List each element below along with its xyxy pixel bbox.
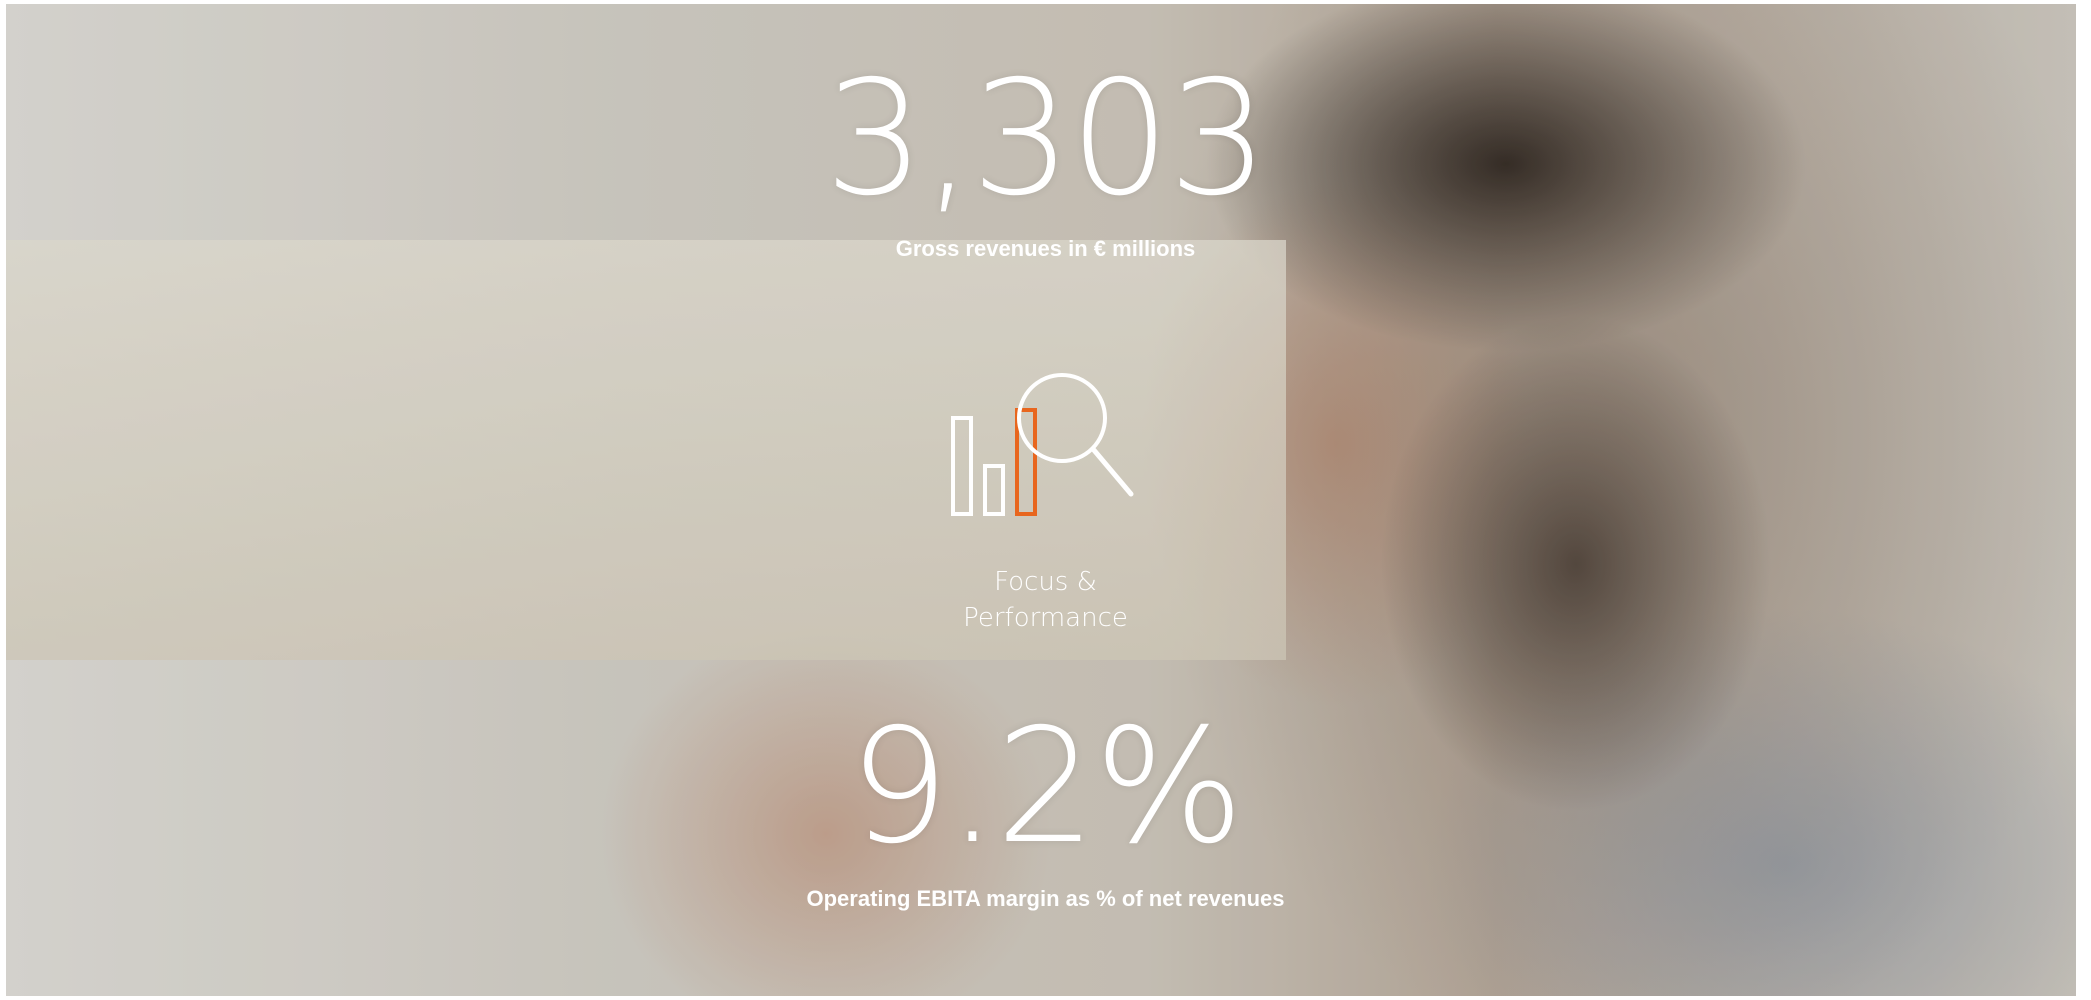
margin-value: 9.2% — [848, 695, 1244, 879]
margin-stat: 9.2% — [0, 708, 2091, 866]
margin-caption: Operating EBITA margin as % of net reven… — [806, 886, 1285, 911]
theme-label: Focus & Performance — [0, 564, 2091, 636]
margin-caption-row: Operating EBITA margin as % of net reven… — [0, 888, 2091, 910]
revenue-caption: Gross revenues in € millions — [895, 236, 1196, 261]
theme-label-line1: Focus & — [994, 567, 1097, 597]
revenue-caption-row: Gross revenues in € millions — [0, 238, 2091, 260]
revenue-stat: 3,303 — [0, 60, 2091, 218]
page: 3,303 Gross revenues in € millions Focus… — [0, 0, 2091, 1000]
bar-chart-magnifier-icon — [945, 358, 1145, 523]
revenue-value: 3,303 — [824, 47, 1268, 231]
theme-label-line2: Performance — [963, 603, 1128, 633]
